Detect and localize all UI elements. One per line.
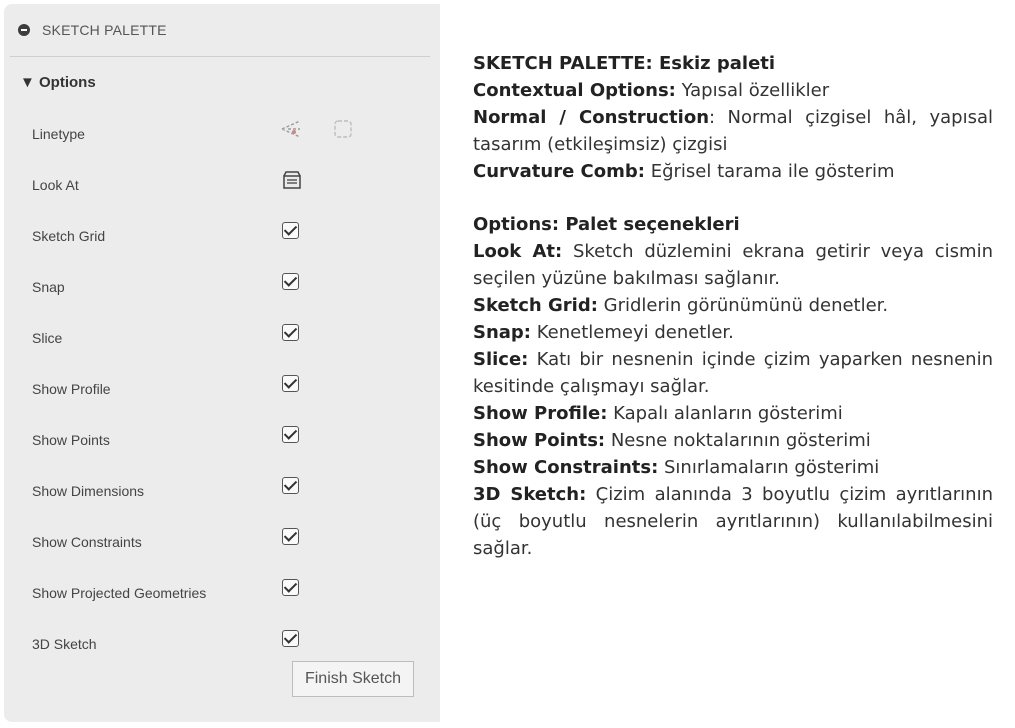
option-row-show-points: Show Points [10, 416, 430, 467]
sketch-grid-checkbox[interactable] [282, 222, 302, 242]
option-row-snap: Snap [10, 263, 430, 314]
checkmark-icon [282, 477, 299, 494]
description-term: 3D Sketch: [473, 484, 587, 505]
description-term: Show Points: [473, 430, 606, 451]
option-label: Show Points [32, 432, 110, 448]
option-row-sketch-grid: Sketch Grid [10, 212, 430, 263]
description-term: Snap: [473, 322, 532, 343]
options-list: Linetype Look At Sketch Grid Snap Slice [10, 110, 430, 671]
option-label: Linetype [32, 126, 85, 142]
description-line: Show Profile: Kapalı alanların gösterimi [473, 403, 843, 424]
checkmark-icon [282, 375, 299, 392]
description-term: Options: Palet seçenekleri [473, 214, 740, 235]
description-term: Show Constraints: [473, 457, 659, 478]
palette-title: SKETCH PALETTE [42, 22, 167, 38]
option-label: Look At [32, 177, 79, 193]
description-line: Snap: Kenetlemeyi denetler. [473, 322, 734, 343]
option-row-look-at: Look At [10, 161, 430, 212]
3d-sketch-checkbox[interactable] [282, 630, 302, 650]
finish-sketch-button[interactable]: Finish Sketch [292, 661, 414, 697]
description-term: Contextual Options: [473, 80, 676, 101]
description-term: SKETCH PALETTE: Eskiz paleti [473, 53, 776, 74]
option-row-show-constraints: Show Constraints [10, 518, 430, 569]
checkmark-icon [282, 579, 299, 596]
option-label: 3D Sketch [32, 636, 97, 652]
checkmark-icon [282, 426, 299, 443]
normal-construction-linetype-icon[interactable] [280, 118, 304, 145]
description-term: Normal / Construction [473, 107, 710, 128]
description-line: Contextual Options: Yapısal özellikler [473, 80, 830, 101]
description-term: Sketch Grid: [473, 295, 598, 316]
description-term: Look At: [473, 241, 563, 262]
header-divider [10, 56, 430, 57]
description-area: SKETCH PALETTE: Eskiz paleti Contextual … [440, 4, 1011, 722]
option-label: Slice [32, 330, 63, 346]
show-projected-geometries-checkbox[interactable] [282, 579, 302, 599]
option-label: Snap [32, 279, 65, 295]
description-line: Normal / Construction: Normal çizgisel h… [473, 107, 993, 155]
description-term: Slice: [473, 349, 529, 370]
description-line: Show Points: Nesne noktalarının gösterim… [473, 430, 871, 451]
option-row-linetype: Linetype [10, 110, 430, 161]
show-profile-checkbox[interactable] [282, 375, 302, 395]
option-label: Sketch Grid [32, 228, 106, 244]
curvature-comb-icon[interactable] [332, 118, 354, 145]
description-line: Options: Palet seçenekleri [473, 211, 993, 238]
checkmark-icon [282, 324, 299, 341]
description-term: Curvature Comb: [473, 161, 645, 182]
options-section-toggle[interactable]: ▼ Options [20, 74, 96, 91]
option-row-show-dimensions: Show Dimensions [10, 467, 430, 518]
checkmark-icon [282, 630, 299, 647]
option-label: Show Profile [32, 381, 111, 397]
description-line: Curvature Comb: Eğrisel tarama ile göste… [473, 161, 895, 182]
slice-checkbox[interactable] [282, 324, 302, 344]
description-text: SKETCH PALETTE: Eskiz paleti Contextual … [473, 50, 993, 562]
description-line: Show Constraints: Sınırlamaların gösteri… [473, 457, 880, 478]
checkmark-icon [282, 222, 299, 239]
checkmark-icon [282, 528, 299, 545]
palette-header[interactable]: SKETCH PALETTE [10, 10, 424, 50]
look-at-icon[interactable] [281, 169, 303, 196]
option-row-slice: Slice [10, 314, 430, 365]
option-label: Show Projected Geometries [32, 585, 207, 601]
snap-checkbox[interactable] [282, 273, 302, 293]
checkmark-icon [282, 273, 299, 290]
show-dimensions-checkbox[interactable] [282, 477, 302, 497]
collapse-icon[interactable] [18, 24, 30, 36]
description-line: Slice: Katı bir nesnenin içinde çizim ya… [473, 349, 993, 397]
option-row-show-projected-geometries: Show Projected Geometries [10, 569, 430, 620]
show-constraints-checkbox[interactable] [282, 528, 302, 548]
description-term: Show Profile: [473, 403, 608, 424]
option-row-show-profile: Show Profile [10, 365, 430, 416]
option-label: Show Constraints [32, 534, 142, 550]
description-line: Look At: Sketch düzlemini ekrana getirir… [473, 241, 993, 289]
description-line: SKETCH PALETTE: Eskiz paleti [473, 50, 993, 77]
show-points-checkbox[interactable] [282, 426, 302, 446]
option-label: Show Dimensions [32, 483, 145, 499]
sketch-palette: SKETCH PALETTE ▼ Options Linetype Look A… [10, 10, 430, 716]
description-line: 3D Sketch: Çizim alanında 3 boyutlu çizi… [473, 484, 993, 559]
description-line: Sketch Grid: Gridlerin görünümünü denetl… [473, 295, 889, 316]
